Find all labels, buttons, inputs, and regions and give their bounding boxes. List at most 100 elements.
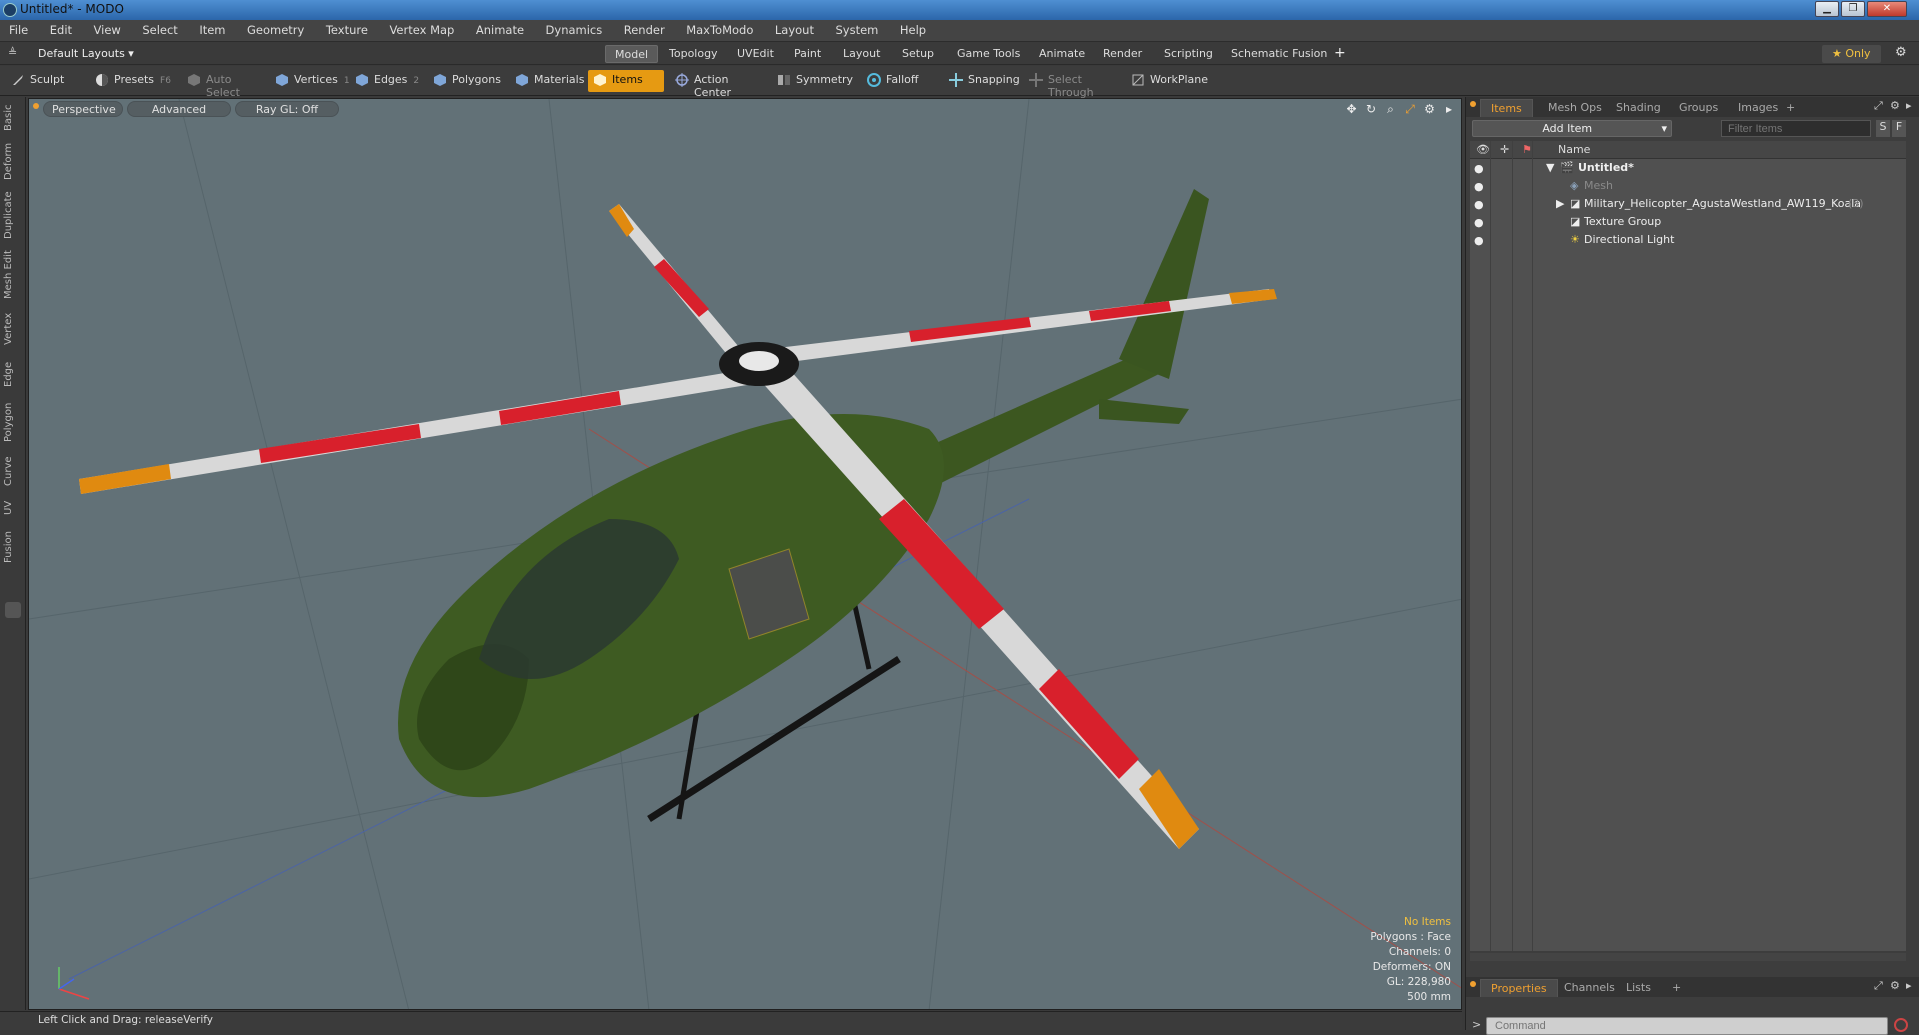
add-tab-icon[interactable]: + — [1334, 45, 1346, 61]
tab-uvedit[interactable]: UVEdit — [728, 45, 783, 63]
maximize-button[interactable]: ❐ — [1841, 1, 1865, 17]
panel-gear-icon[interactable]: ⚙ — [1890, 99, 1900, 112]
action-center-button[interactable]: Action Center — [670, 70, 770, 99]
viewport-expand-icon[interactable]: ▸ — [1441, 101, 1457, 117]
lock-col-icon[interactable]: ✛ — [1500, 143, 1509, 156]
eye-icon[interactable]: ● — [1474, 180, 1486, 193]
visibility-col-icon[interactable]: 👁 — [1476, 143, 1490, 156]
filter-f-button[interactable]: F — [1892, 120, 1906, 137]
menu-maxtomodo[interactable]: MaxToModo — [677, 20, 762, 37]
vtab-polygon[interactable]: Polygon — [3, 399, 22, 445]
tab-topology[interactable]: Topology — [660, 45, 727, 63]
tree-row-untitled[interactable]: ● ▼ 🎬 Untitled* — [1470, 159, 1906, 177]
materials-button[interactable]: Materials — [510, 70, 584, 92]
menu-help[interactable]: Help — [891, 20, 935, 37]
menu-view[interactable]: View — [85, 20, 130, 37]
workplane-button[interactable]: WorkPlane — [1126, 70, 1210, 92]
props-gear-icon[interactable]: ⚙ — [1890, 979, 1900, 992]
vertices-button[interactable]: Vertices 1 — [270, 70, 350, 92]
vtab-fusion[interactable]: Fusion — [3, 527, 22, 567]
menu-item[interactable]: Item — [190, 20, 234, 37]
menu-layout[interactable]: Layout — [766, 20, 823, 37]
menu-edit[interactable]: Edit — [41, 20, 81, 37]
snapping-button[interactable]: Snapping — [944, 70, 1024, 92]
viewport-menu-icon[interactable] — [33, 103, 39, 109]
close-button[interactable]: ✕ — [1867, 1, 1907, 17]
tree-scrollbar[interactable] — [1470, 953, 1906, 961]
vtab-mesh-edit[interactable]: Mesh Edit — [3, 249, 22, 301]
panel-arrow-icon[interactable]: ▸ — [1906, 99, 1912, 112]
vtab-deform[interactable]: Deform — [3, 141, 22, 181]
layout-collapse-icon[interactable]: ≜ — [8, 46, 17, 59]
tab-render[interactable]: Render — [1094, 45, 1151, 63]
menu-render[interactable]: Render — [615, 20, 674, 37]
tab-game-tools[interactable]: Game Tools — [948, 45, 1029, 63]
tab-schematic-fusion[interactable]: Schematic Fusion — [1222, 45, 1336, 63]
pan-icon[interactable]: ✥ — [1344, 101, 1360, 117]
menu-system[interactable]: System — [826, 20, 887, 37]
strip-options-button[interactable] — [5, 602, 21, 618]
menu-dynamics[interactable]: Dynamics — [537, 20, 612, 37]
raygl-toggle[interactable]: Ray GL: Off — [235, 101, 339, 117]
tab-paint[interactable]: Paint — [785, 45, 830, 63]
3d-viewport[interactable]: Perspective Advanced Ray GL: Off ✥ ↻ ⌕ ⤢… — [28, 98, 1462, 1010]
command-input[interactable] — [1486, 1017, 1888, 1035]
tab-animate[interactable]: Animate — [1030, 45, 1094, 63]
rotate-icon[interactable]: ↻ — [1363, 101, 1379, 117]
vtab-edge[interactable]: Edge — [3, 357, 22, 391]
eye-icon[interactable]: ● — [1474, 162, 1486, 175]
menu-vertex-map[interactable]: Vertex Map — [380, 20, 463, 37]
viewport-gear-icon[interactable]: ⚙ — [1422, 101, 1438, 117]
fit-icon[interactable]: ⤢ — [1402, 101, 1418, 117]
vtab-duplicate[interactable]: Duplicate — [3, 189, 22, 241]
symmetry-button[interactable]: Symmetry — [772, 70, 853, 92]
select-through-button[interactable]: Select Through — [1024, 70, 1124, 99]
falloff-button[interactable]: Falloff — [862, 70, 942, 92]
presets-button[interactable]: Presets F6 — [90, 70, 172, 92]
vtab-basic[interactable]: Basic — [3, 103, 22, 133]
tab-layout[interactable]: Layout — [834, 45, 889, 63]
tree-row-directional-light[interactable]: ● ☀ Directional Light — [1470, 231, 1906, 249]
tree-row-helicopter[interactable]: ● ▶ ◪ Military_Helicopter_AgustaWestland… — [1470, 195, 1906, 213]
filter-s-button[interactable]: S — [1876, 120, 1890, 137]
tab-model[interactable]: Model — [605, 45, 659, 63]
gear-icon[interactable]: ⚙ — [1895, 45, 1907, 60]
zoom-icon[interactable]: ⌕ — [1383, 101, 1399, 117]
eye-icon[interactable]: ● — [1474, 216, 1486, 229]
tree-row-texture-group[interactable]: ● ◪ Texture Group — [1470, 213, 1906, 231]
panel-menu-icon[interactable] — [1470, 101, 1476, 107]
minimize-button[interactable]: ▁ — [1815, 1, 1839, 17]
tab-channels[interactable]: Channels — [1554, 979, 1625, 997]
menu-file[interactable]: File — [0, 20, 37, 37]
tab-shading[interactable]: Shading — [1606, 99, 1671, 117]
vtab-vertex[interactable]: Vertex — [3, 309, 22, 349]
menu-texture[interactable]: Texture — [317, 20, 377, 37]
panel-expand-icon[interactable]: ⤢ — [1874, 99, 1883, 113]
tree-row-mesh[interactable]: ● ◈ Mesh — [1470, 177, 1906, 195]
sculpt-button[interactable]: Sculpt — [6, 70, 88, 92]
menu-select[interactable]: Select — [133, 20, 186, 37]
tab-lists[interactable]: Lists — [1616, 979, 1661, 997]
eye-icon[interactable]: ● — [1474, 198, 1486, 211]
add-panel-tab[interactable]: + — [1776, 99, 1805, 117]
vtab-uv[interactable]: UV — [3, 497, 22, 519]
props-expand-icon[interactable]: ⤢ — [1874, 979, 1883, 993]
items-button[interactable]: Items — [588, 70, 664, 92]
only-toggle[interactable]: ★ Only — [1822, 45, 1881, 63]
render-col-icon[interactable]: ⚑ — [1522, 143, 1532, 156]
view-type-dropdown[interactable]: Perspective — [43, 101, 123, 117]
polygons-button[interactable]: Polygons — [428, 70, 501, 92]
collapsed-arrow-icon[interactable]: ▶ — [1556, 197, 1564, 210]
menu-geometry[interactable]: Geometry — [238, 20, 313, 37]
tab-scripting[interactable]: Scripting — [1155, 45, 1222, 63]
eye-icon[interactable]: ● — [1474, 234, 1486, 247]
expand-arrow-icon[interactable]: ▼ — [1546, 161, 1554, 174]
edges-button[interactable]: Edges 2 — [350, 70, 426, 92]
layout-preset-dropdown[interactable]: Default Layouts ▾ — [38, 47, 134, 60]
filter-items-input[interactable] — [1721, 120, 1871, 137]
tab-mesh-ops[interactable]: Mesh Ops — [1538, 99, 1612, 117]
props-menu-icon[interactable] — [1470, 981, 1476, 987]
tab-groups[interactable]: Groups — [1669, 99, 1728, 117]
tab-setup[interactable]: Setup — [893, 45, 943, 63]
vtab-curve[interactable]: Curve — [3, 453, 22, 489]
